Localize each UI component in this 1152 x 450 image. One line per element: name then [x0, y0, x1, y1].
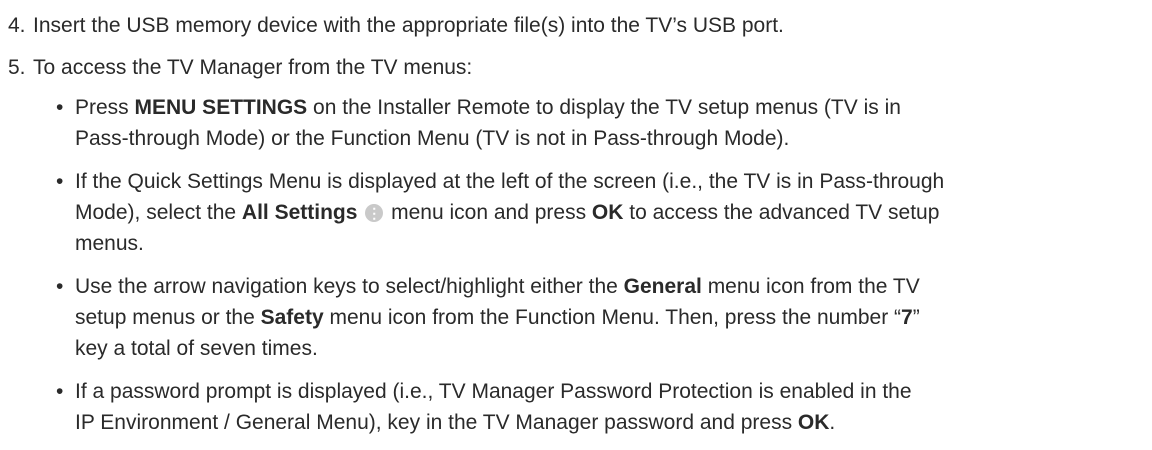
- menu-settings-key: MENU SETTINGS: [134, 96, 308, 119]
- bullet-line: If a password prompt is displayed (i.e.,…: [75, 380, 912, 403]
- step-4: 4. Insert the USB memory device with the …: [8, 10, 784, 41]
- step-number: 4.: [8, 14, 26, 37]
- bullet-marker: •: [56, 380, 64, 403]
- safety-menu-label: Safety: [260, 306, 324, 329]
- bullet-line: key a total of seven times.: [75, 337, 318, 360]
- step-text: Insert the USB memory device with the ap…: [33, 14, 784, 37]
- bullet-line: Pass-through Mode) or the Function Menu …: [75, 127, 790, 150]
- ok-key: OK: [797, 411, 830, 434]
- ok-key: OK: [591, 201, 624, 224]
- step-5: 5. To access the TV Manager from the TV m…: [8, 52, 472, 83]
- all-settings-icon: ⋮: [365, 204, 384, 222]
- general-menu-label: General: [623, 275, 702, 298]
- step-number: 5.: [8, 56, 26, 79]
- bullet-marker: •: [56, 96, 64, 119]
- bullet-arrow-navigation: • Use the arrow navigation keys to selec…: [0, 271, 1152, 364]
- bullet-password-prompt: • If a password prompt is displayed (i.e…: [0, 376, 1152, 438]
- bullet-line: Press MENU SETTINGS on the Installer Rem…: [75, 96, 901, 119]
- bullet-line: IP Environment / General Menu), key in t…: [75, 411, 836, 434]
- bullet-line: setup menus or the Safety menu icon from…: [75, 306, 920, 329]
- instruction-document: 4. Insert the USB memory device with the …: [0, 0, 1152, 448]
- bullet-line: Mode), select the All Settings ⋮ menu ic…: [75, 201, 940, 224]
- bullet-quick-settings: • If the Quick Settings Menu is displaye…: [0, 166, 1152, 259]
- bullet-marker: •: [56, 275, 64, 298]
- number-7-key: 7: [901, 306, 913, 329]
- bullet-line: Use the arrow navigation keys to select/…: [75, 275, 920, 298]
- bullet-marker: •: [56, 170, 64, 193]
- step-text: To access the TV Manager from the TV men…: [33, 56, 473, 79]
- bullet-line: If the Quick Settings Menu is displayed …: [75, 170, 945, 193]
- step-5-bullet-list: • Press MENU SETTINGS on the Installer R…: [0, 92, 1152, 450]
- all-settings-label: All Settings: [241, 201, 358, 224]
- bullet-line: menus.: [75, 232, 144, 255]
- bullet-menu-settings: • Press MENU SETTINGS on the Installer R…: [0, 92, 1152, 154]
